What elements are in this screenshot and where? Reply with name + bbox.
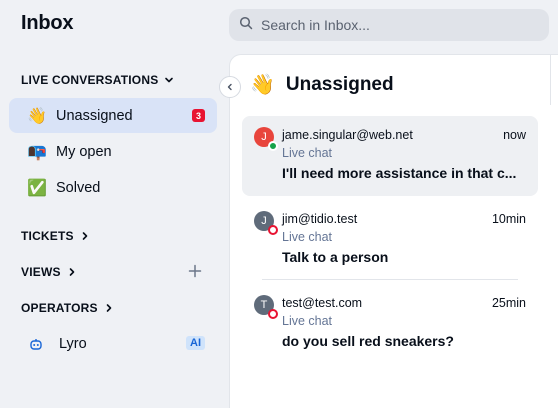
sidebar-item-label: Lyro xyxy=(59,336,87,352)
conversation-last-message: I'll need more assistance in that c... xyxy=(282,165,517,181)
live-conversations-section[interactable]: LIVE CONVERSATIONS xyxy=(21,73,174,87)
chevron-right-icon xyxy=(104,303,114,313)
conversation-last-message: do you sell red sneakers? xyxy=(282,333,454,349)
online-status-dot xyxy=(268,141,278,151)
sidebar-item-label: Solved xyxy=(56,179,101,196)
sidebar-item-label: Unassigned xyxy=(56,107,133,124)
conversation-time: now xyxy=(503,128,526,142)
plus-icon xyxy=(188,264,202,278)
conversation-channel: Live chat xyxy=(282,146,333,160)
conversation-list-panel: 👋 Unassigned J jame.singular@web.net now… xyxy=(229,54,558,408)
ai-badge: AI xyxy=(186,336,205,350)
conversation-item[interactable]: T test@test.com 25min Live chat do you s… xyxy=(242,284,538,364)
conversation-item[interactable]: J jim@tidio.test 10min Live chat Talk to… xyxy=(242,200,538,280)
operators-label: OPERATORS xyxy=(21,301,98,315)
conversation-item[interactable]: J jame.singular@web.net now Live chat I'… xyxy=(242,116,538,196)
page-title: Inbox xyxy=(21,12,74,34)
chevron-down-icon xyxy=(164,75,174,85)
conversation-channel: Live chat xyxy=(282,230,333,244)
mailbox-icon: 📭 xyxy=(27,143,47,161)
sidebar-item-my-open[interactable]: 📭 My open xyxy=(9,134,217,169)
conversation-email: jame.singular@web.net xyxy=(282,128,413,142)
waving-hand-icon: 👋 xyxy=(27,107,47,125)
offline-status-dot xyxy=(268,309,278,319)
search-bar[interactable] xyxy=(229,9,549,41)
sidebar-item-unassigned[interactable]: 👋 Unassigned 3 xyxy=(9,98,217,133)
sidebar: Inbox LIVE CONVERSATIONS 👋 Unassigned 3 … xyxy=(0,0,229,408)
row-divider xyxy=(262,279,518,280)
search-input[interactable] xyxy=(261,17,541,33)
conversation-last-message: Talk to a person xyxy=(282,249,389,265)
conversation-time: 25min xyxy=(491,296,526,310)
search-icon xyxy=(239,16,253,35)
conversation-email: jim@tidio.test xyxy=(282,212,358,226)
conversation-email: test@test.com xyxy=(282,296,363,310)
views-label: VIEWS xyxy=(21,265,61,279)
views-section[interactable]: VIEWS xyxy=(21,265,77,279)
waving-hand-icon: 👋 xyxy=(250,74,275,96)
offline-status-dot xyxy=(268,225,278,235)
unread-count-badge: 3 xyxy=(192,109,205,122)
conversation-channel: Live chat xyxy=(282,314,333,328)
add-view-button[interactable] xyxy=(186,262,204,280)
tickets-label: TICKETS xyxy=(21,229,74,243)
panel-header: 👋 Unassigned xyxy=(250,72,394,97)
chevron-right-icon xyxy=(67,267,77,277)
tickets-section[interactable]: TICKETS xyxy=(21,229,90,243)
chevron-right-icon xyxy=(80,231,90,241)
panel-title: Unassigned xyxy=(285,73,394,95)
collapse-sidebar-button[interactable] xyxy=(219,76,241,98)
panel-divider xyxy=(550,55,551,105)
conversation-time: 10min xyxy=(491,212,526,226)
sidebar-item-lyro[interactable]: Lyro AI xyxy=(9,327,217,361)
check-mark-icon: ✅ xyxy=(27,179,47,197)
robot-icon xyxy=(29,337,43,351)
live-conversations-label: LIVE CONVERSATIONS xyxy=(21,73,159,87)
chevron-left-icon xyxy=(227,83,232,91)
operators-section[interactable]: OPERATORS xyxy=(21,301,114,315)
sidebar-item-solved[interactable]: ✅ Solved xyxy=(9,170,217,205)
sidebar-item-label: My open xyxy=(56,143,112,160)
